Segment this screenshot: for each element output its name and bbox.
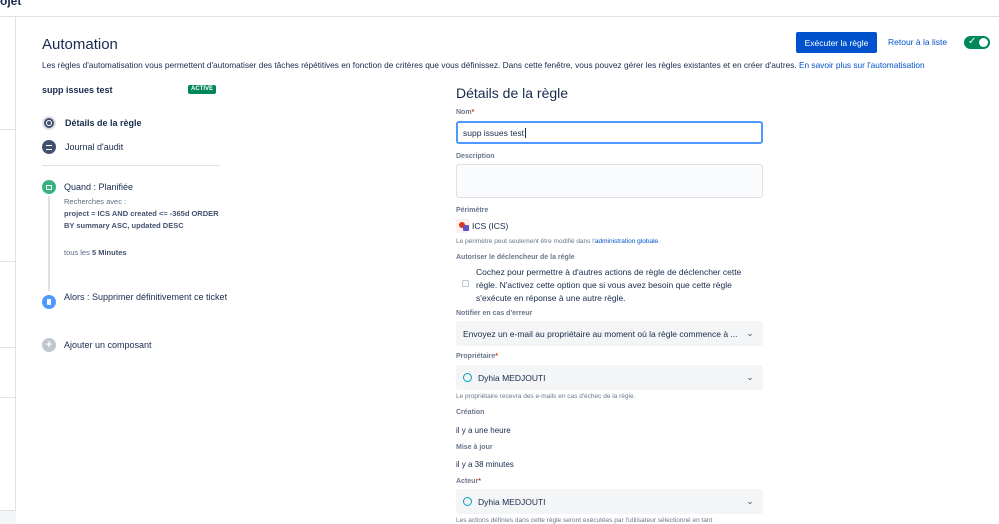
description-text: Les règles d'automatisation vous permett… [42, 60, 797, 70]
trigger-schedule: tous les 5 Minutes [64, 248, 127, 257]
scope-hint: Le périmètre peut seulement être modifié… [456, 238, 660, 245]
page-description: Les règles d'automatisation vous permett… [42, 60, 925, 70]
owner-hint: Le propriétaire recevra des e-mails en c… [456, 393, 636, 400]
project-title-fragment: ojet [0, 0, 22, 8]
created-value: il y a une heure [456, 426, 511, 435]
allow-trigger-label: Autoriser le déclencheur de la règle [456, 254, 575, 261]
rule-name-value: supp issues test [463, 127, 524, 138]
sidebar-footer[interactable] [0, 510, 16, 524]
nav-rule-details-label: Détails de la règle [65, 118, 142, 128]
add-component-button[interactable]: Ajouter un composant [64, 340, 152, 350]
name-label: Nom* [456, 109, 475, 116]
action-step-title[interactable]: Alors : Supprimer définitivement ce tick… [64, 291, 229, 303]
toggle-knob [979, 38, 988, 47]
check-icon: ✓ [968, 36, 977, 47]
allow-trigger-description: Cochez pour permettre à d'autres actions… [476, 267, 742, 303]
actor-label: Acteur* [456, 478, 481, 485]
sidebar-divider [0, 347, 16, 348]
actor-selected-value: Dyhia MEDJOUTI [478, 496, 546, 507]
rule-enabled-toggle[interactable]: ✓ [964, 36, 990, 49]
rule-name-heading: supp issues test [42, 85, 113, 95]
actor-select[interactable]: Dyhia MEDJOUTI ⌄ [456, 489, 763, 514]
sidebar-divider [0, 397, 16, 398]
page-title: Automation [42, 36, 118, 53]
scope-label: Périmètre [456, 207, 489, 214]
owner-select[interactable]: Dyhia MEDJOUTI ⌄ [456, 365, 763, 390]
nav-rule-details[interactable]: Détails de la règle [42, 116, 142, 130]
user-avatar-icon [463, 497, 472, 506]
scope-value: ICS (ICS) [456, 219, 508, 233]
delete-action-icon [42, 295, 56, 309]
schedule-interval: 5 Minutes [91, 248, 127, 257]
allow-trigger-checkbox[interactable] [462, 280, 469, 287]
left-sidebar-collapsed [0, 17, 16, 524]
sidebar-divider [0, 261, 16, 262]
nav-audit-log[interactable]: Journal d'audit [42, 140, 123, 154]
actor-hint: Les actions définies dans cette règle se… [456, 517, 713, 524]
rule-name-input[interactable]: supp issues test [456, 121, 763, 144]
top-bar: ojet [0, 0, 999, 17]
created-label: Création [456, 409, 485, 416]
updated-value: il y a 38 minutes [456, 460, 514, 469]
learn-more-link[interactable]: En savoir plus sur l'automatisation [799, 60, 925, 70]
nav-audit-log-label: Journal d'audit [65, 142, 124, 152]
description-label: Description [456, 153, 495, 160]
trigger-step-title[interactable]: Quand : Planifiée [64, 182, 133, 192]
trigger-calendar-icon [42, 180, 56, 194]
chevron-down-icon: ⌄ [746, 372, 754, 382]
sidebar-divider [0, 129, 16, 130]
owner-selected-value: Dyhia MEDJOUTI [478, 372, 546, 383]
owner-label: Propriétaire* [456, 353, 499, 360]
chevron-down-icon: ⌄ [746, 328, 754, 338]
user-avatar-icon [463, 373, 472, 382]
trigger-jql-query: project = ICS AND created <= -365d ORDER… [64, 209, 219, 230]
back-to-list-link[interactable]: Retour à la liste [888, 37, 947, 47]
project-icon [456, 219, 470, 233]
run-rule-button[interactable]: Exécuter la règle [796, 32, 877, 53]
trigger-step-subtitle: Recherches avec : [64, 197, 127, 206]
global-admin-link[interactable]: administration globale [595, 238, 658, 245]
nav-divider [42, 165, 220, 166]
rule-flow-connector [48, 196, 50, 291]
updated-label: Mise à jour [456, 444, 493, 451]
audit-log-icon [42, 140, 56, 154]
description-textarea[interactable] [456, 164, 763, 198]
scope-text: ICS (ICS) [472, 221, 509, 231]
notify-on-error-select[interactable]: Envoyez un e-mail au propriétaire au mom… [456, 321, 763, 346]
schedule-prefix: tous les [64, 248, 90, 257]
notify-selected-value: Envoyez un e-mail au propriétaire au mom… [463, 328, 738, 339]
notify-label: Notifier en cas d'erreur [456, 310, 533, 317]
add-icon: + [42, 338, 56, 352]
details-heading: Détails de la règle [456, 85, 569, 101]
status-badge: ACTIVÉ [188, 85, 217, 94]
chevron-down-icon: ⌄ [746, 496, 754, 506]
info-icon [42, 116, 56, 130]
